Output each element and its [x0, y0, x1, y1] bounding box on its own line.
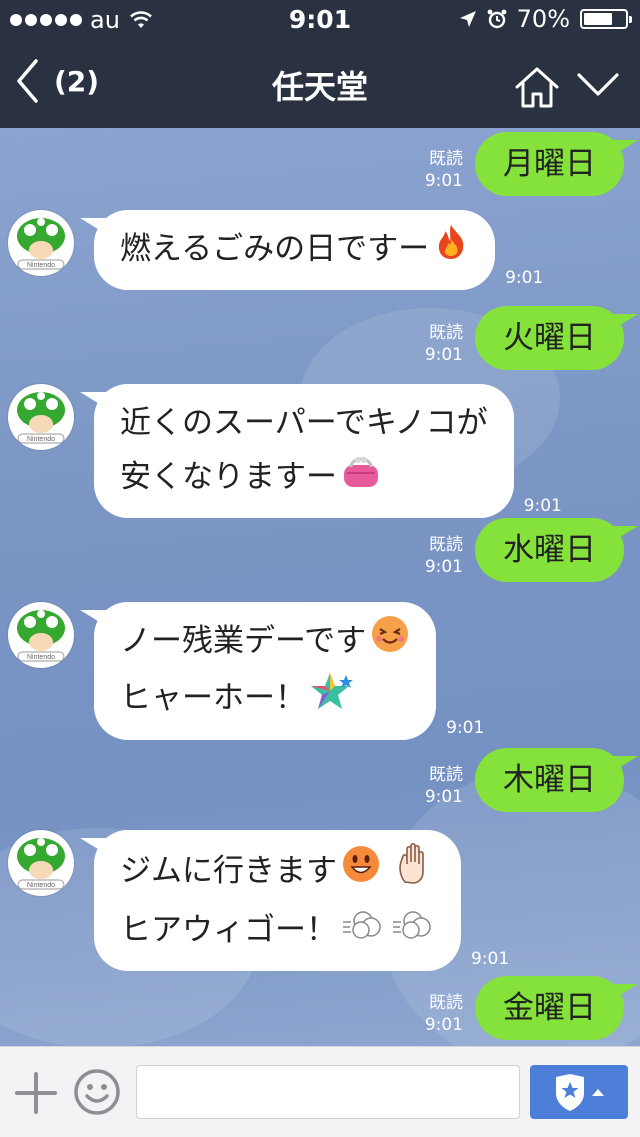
happy-face-emoji: [370, 614, 410, 671]
read-receipt: 既読: [429, 535, 463, 555]
message-line: 安くなりますー: [120, 459, 337, 495]
chevron-down-icon: [577, 73, 619, 96]
chat-header: (2) 任天堂: [0, 40, 640, 128]
alarm-clock-icon: [487, 9, 507, 29]
message-line: ヒャーホー！: [120, 680, 306, 716]
plus-icon: [15, 1072, 57, 1114]
home-icon: [515, 67, 559, 108]
sent-message: 既読 9:01 月曜日: [424, 132, 638, 196]
toad-avatar-icon: Nintendo: [17, 838, 65, 890]
toad-avatar-icon: Nintendo: [17, 610, 65, 662]
sent-message: 既読 9:01 火曜日: [424, 306, 638, 370]
sent-message: 既読 9:01 水曜日: [424, 518, 638, 582]
avatar[interactable]: Nintendo: [8, 210, 74, 276]
message-line: 近くのスーパーでキノコが: [120, 405, 488, 441]
received-message: Nintendo 近くのスーパーでキノコが 安くなりますー 9:01: [8, 384, 562, 518]
sent-message: 既読 9:01 金曜日: [424, 976, 638, 1040]
received-message: Nintendo 燃えるごみの日ですー 9:01: [8, 210, 543, 290]
sent-bubble[interactable]: 金曜日: [475, 976, 638, 1040]
dash-emoji: [391, 905, 433, 959]
received-bubble[interactable]: 近くのスーパーでキノコが 安くなりますー: [80, 384, 514, 518]
emoji-button[interactable]: [72, 1067, 122, 1121]
avatar[interactable]: Nintendo: [8, 602, 74, 668]
received-message: Nintendo ジムに行きます ヒアウィゴー！ 9:01: [8, 830, 509, 971]
location-arrow-icon: [459, 11, 476, 27]
avatar[interactable]: Nintendo: [8, 830, 74, 896]
message-line: ヒアウィゴー！: [120, 912, 337, 948]
received-bubble[interactable]: ノー残業デーです ヒャーホー！: [79, 602, 437, 740]
purse-emoji: [341, 452, 381, 506]
star-emoji: [310, 671, 356, 728]
svg-text:Nintendo: Nintendo: [27, 654, 55, 661]
message-line: ノー残業デーです: [120, 623, 367, 659]
toad-avatar-icon: Nintendo: [17, 392, 65, 444]
message-time: 9:01: [424, 557, 463, 577]
svg-text:Nintendo: Nintendo: [27, 882, 55, 889]
attach-button[interactable]: [14, 1071, 58, 1119]
received-bubble[interactable]: ジムに行きます ヒアウィゴー！: [80, 830, 461, 971]
sent-bubble[interactable]: 木曜日: [475, 748, 638, 812]
message-time: 9:01: [471, 948, 510, 969]
message-line: 燃えるごみの日ですー: [120, 231, 430, 267]
sticker-button[interactable]: [530, 1065, 628, 1119]
read-receipt: 既読: [429, 149, 463, 169]
battery-percent: 70%: [516, 5, 570, 33]
menu-toggle-button[interactable]: [576, 70, 620, 102]
home-button[interactable]: [514, 66, 560, 112]
read-receipt: 既読: [429, 993, 463, 1013]
sent-message: 既読 9:01 木曜日: [424, 748, 638, 812]
raised-hand-emoji: [395, 842, 435, 903]
message-line: ジムに行きます: [120, 853, 337, 889]
message-time: 9:01: [505, 268, 544, 288]
toad-avatar-icon: Nintendo: [17, 218, 65, 270]
grin-face-emoji: [341, 844, 381, 901]
received-message: Nintendo ノー残業デーです ヒャーホー！ 9:01: [8, 602, 484, 740]
received-bubble[interactable]: 燃えるごみの日ですー: [79, 210, 496, 290]
read-receipt: 既読: [429, 765, 463, 785]
read-receipt: 既読: [429, 323, 463, 343]
fire-emoji: [433, 223, 469, 278]
svg-text:Nintendo: Nintendo: [27, 436, 55, 443]
sent-bubble[interactable]: 火曜日: [475, 306, 638, 370]
message-input-bar: [0, 1046, 640, 1137]
smiley-icon: [74, 1069, 120, 1115]
message-time: 9:01: [446, 718, 485, 738]
message-time: 9:01: [523, 495, 562, 516]
svg-text:Nintendo: Nintendo: [27, 262, 55, 269]
message-input[interactable]: [136, 1065, 520, 1119]
battery-icon: [580, 9, 632, 29]
dash-emoji: [341, 905, 383, 959]
sent-bubble[interactable]: 月曜日: [475, 132, 638, 196]
sticker-shield-icon: [556, 1074, 604, 1111]
sent-bubble[interactable]: 水曜日: [475, 518, 638, 582]
status-bar: au 9:01 70%: [0, 0, 640, 40]
avatar[interactable]: Nintendo: [8, 384, 74, 450]
message-time: 9:01: [424, 345, 463, 365]
chat-area[interactable]: 既読 9:01 月曜日 Nintendo 燃えるごみの日ですー 9:01 既読 …: [0, 128, 640, 1046]
message-time: 9:01: [424, 171, 463, 191]
message-time: 9:01: [424, 1015, 463, 1035]
message-time: 9:01: [424, 787, 463, 807]
